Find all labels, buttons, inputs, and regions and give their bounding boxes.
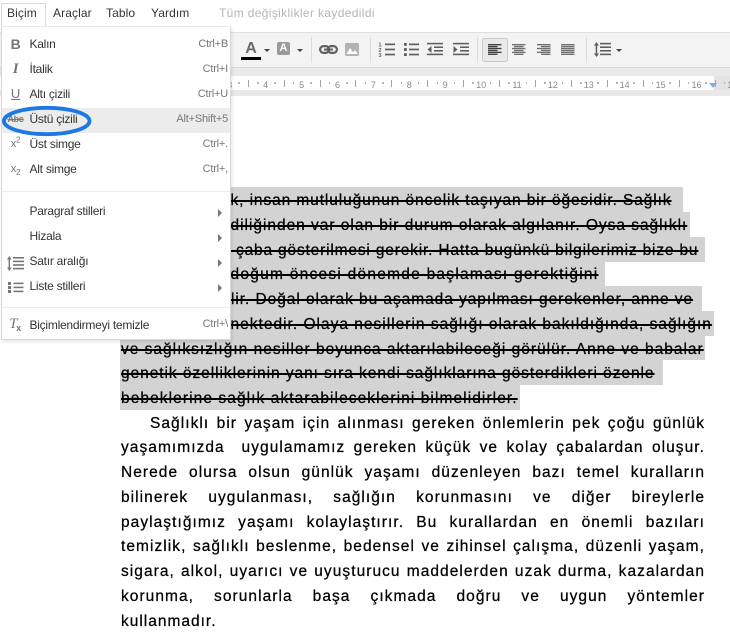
svg-text:3: 3: [379, 53, 382, 57]
